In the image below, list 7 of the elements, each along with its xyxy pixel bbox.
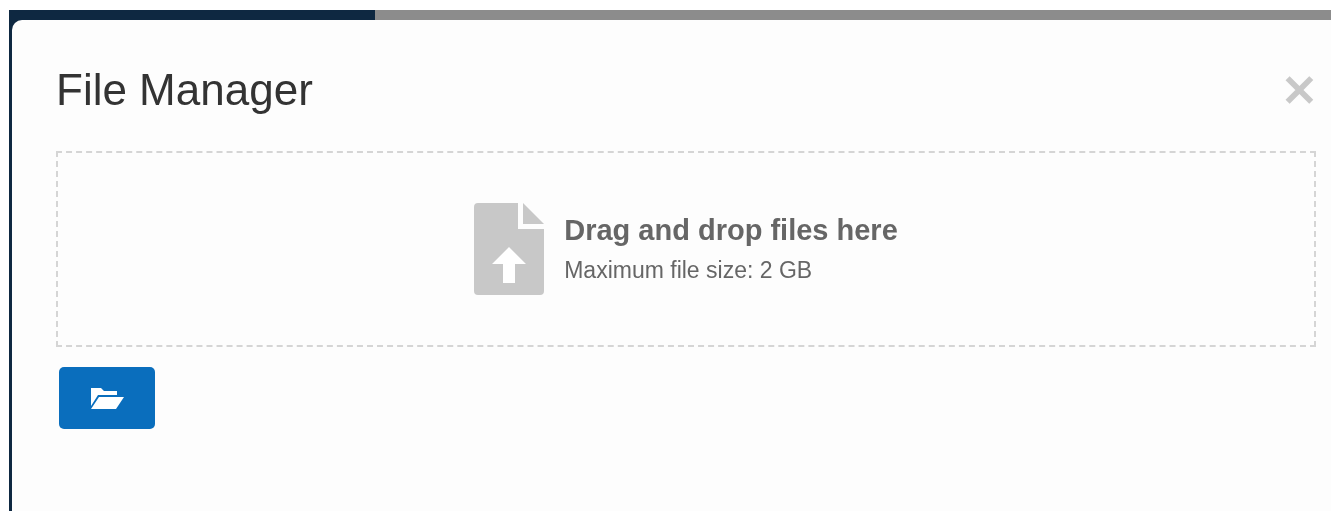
file-upload-icon (474, 203, 545, 295)
drop-title: Drag and drop files here (564, 214, 898, 247)
file-size-limit: Maximum file size: 2 GB (564, 257, 814, 284)
dialog-title: File Manager (56, 65, 313, 115)
drop-zone[interactable]: Drag and drop files here Maximum file size: 2 GB (56, 151, 1316, 347)
browse-button[interactable] (59, 367, 155, 429)
folder-open-icon (89, 386, 125, 410)
